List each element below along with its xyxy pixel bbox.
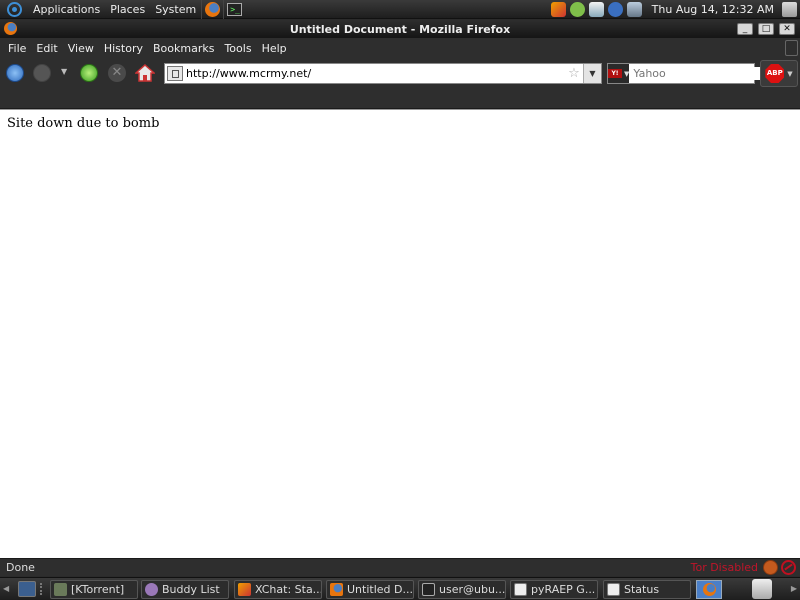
- ktorrent-icon: [54, 583, 67, 596]
- firefox-icon: [330, 583, 343, 596]
- url-input[interactable]: [186, 67, 565, 80]
- status-text: Done: [6, 561, 35, 574]
- home-button[interactable]: [134, 63, 156, 83]
- task-label: pyRAEP G...: [531, 583, 596, 596]
- maximize-button[interactable]: □: [758, 23, 774, 35]
- system-menu[interactable]: System: [150, 0, 201, 19]
- foxyproxy-icon[interactable]: [763, 560, 778, 575]
- forward-button[interactable]: [33, 64, 51, 82]
- terminal-launcher[interactable]: >_: [223, 0, 245, 19]
- task-label: [KTorrent]: [71, 583, 125, 596]
- task-firefox[interactable]: Untitled D...: [326, 580, 414, 599]
- task-buddy-list[interactable]: Buddy List: [141, 580, 229, 599]
- firefox-icon: [703, 583, 716, 596]
- stop-button[interactable]: ✕: [108, 64, 126, 82]
- menu-history[interactable]: History: [99, 42, 148, 55]
- task-status[interactable]: Status: [603, 580, 691, 599]
- task-xchat[interactable]: XChat: Sta...: [234, 580, 322, 599]
- page-content: Site down due to bomb: [0, 109, 800, 558]
- task-label: Buddy List: [162, 583, 220, 596]
- firefox-launcher[interactable]: [201, 0, 223, 19]
- url-bar[interactable]: ☆ ▼: [164, 63, 602, 84]
- xchat-icon[interactable]: [550, 2, 566, 17]
- close-button[interactable]: ✕: [779, 23, 795, 35]
- bluetooth-icon[interactable]: [607, 2, 623, 17]
- applications-menu[interactable]: Applications: [28, 0, 105, 19]
- trash-icon[interactable]: [752, 579, 772, 599]
- site-identity-icon[interactable]: [167, 66, 183, 81]
- terminal-icon: >_: [227, 2, 243, 16]
- clock[interactable]: Thu Aug 14, 12:32 AM: [652, 3, 774, 16]
- back-button[interactable]: [6, 64, 24, 82]
- task-ktorrent[interactable]: [KTorrent]: [50, 580, 138, 599]
- workspace-switcher[interactable]: [696, 580, 722, 599]
- search-engine-button[interactable]: Y! ▼: [608, 64, 630, 83]
- home-icon: [134, 63, 156, 82]
- network-icon[interactable]: [588, 2, 604, 17]
- task-pyraep[interactable]: pyRAEP G...: [510, 580, 598, 599]
- chevron-down-icon[interactable]: ▼: [787, 70, 792, 78]
- task-label: Untitled D...: [347, 583, 413, 596]
- panel-grip-icon[interactable]: [40, 583, 45, 595]
- bottom-panel: ◀ [KTorrent] Buddy List XChat: Sta... Un…: [0, 577, 800, 600]
- menu-file[interactable]: File: [3, 42, 31, 55]
- ubuntu-logo-icon[interactable]: [7, 1, 22, 17]
- monitor-icon[interactable]: [626, 2, 642, 17]
- url-dropdown-button[interactable]: ▼: [583, 64, 601, 83]
- show-desktop-button[interactable]: [18, 581, 36, 597]
- top-panel: Applications Places System >_ Thu Aug 14…: [0, 0, 800, 19]
- torbutton-status[interactable]: Tor Disabled: [691, 561, 758, 574]
- search-bar[interactable]: Y! ▼: [607, 63, 792, 84]
- pidgin-icon[interactable]: [569, 2, 585, 17]
- xchat-icon: [238, 583, 251, 596]
- task-label: Status: [624, 583, 660, 596]
- statusbar: Done Tor Disabled: [0, 558, 800, 576]
- terminal-icon: [422, 583, 435, 596]
- page-body-text: Site down due to bomb: [7, 116, 160, 131]
- menubar: File Edit View History Bookmarks Tools H…: [0, 38, 800, 59]
- yahoo-logo-icon: Y!: [608, 69, 622, 78]
- system-tray: Thu Aug 14, 12:32 AM: [550, 0, 774, 19]
- adblock-plus-icon: ABP: [765, 64, 785, 83]
- bookmarks-toolbar: [0, 88, 800, 109]
- menu-tools[interactable]: Tools: [219, 42, 256, 55]
- minimize-button[interactable]: _: [737, 23, 753, 35]
- adblock-plus-button[interactable]: ABP ▼: [760, 60, 798, 87]
- window-title: Untitled Document - Mozilla Firefox: [289, 22, 511, 36]
- firefox-window-icon[interactable]: [4, 22, 17, 35]
- task-label: XChat: Sta...: [255, 583, 322, 596]
- menu-bookmarks[interactable]: Bookmarks: [148, 42, 219, 55]
- window-icon: [514, 583, 527, 596]
- blocked-icon[interactable]: [781, 560, 796, 575]
- window-icon: [607, 583, 620, 596]
- window-titlebar[interactable]: Untitled Document - Mozilla Firefox _ □ …: [0, 20, 800, 38]
- reload-button[interactable]: [80, 64, 98, 82]
- search-input[interactable]: [629, 67, 779, 80]
- logout-icon[interactable]: [782, 2, 797, 17]
- menu-edit[interactable]: Edit: [31, 42, 62, 55]
- menubar-grip-icon[interactable]: [785, 40, 798, 56]
- menu-view[interactable]: View: [63, 42, 99, 55]
- menu-help[interactable]: Help: [257, 42, 292, 55]
- firefox-icon: [205, 1, 221, 17]
- places-menu[interactable]: Places: [105, 0, 150, 19]
- history-dropdown-icon[interactable]: ▼: [61, 67, 67, 76]
- pidgin-icon: [145, 583, 158, 596]
- task-label: user@ubu...: [439, 583, 506, 596]
- panel-grip-left-icon[interactable]: ◀: [3, 580, 9, 598]
- task-terminal[interactable]: user@ubu...: [418, 580, 506, 599]
- panel-grip-right-icon[interactable]: ▶: [791, 580, 797, 598]
- bookmark-star-icon[interactable]: ☆: [565, 66, 583, 81]
